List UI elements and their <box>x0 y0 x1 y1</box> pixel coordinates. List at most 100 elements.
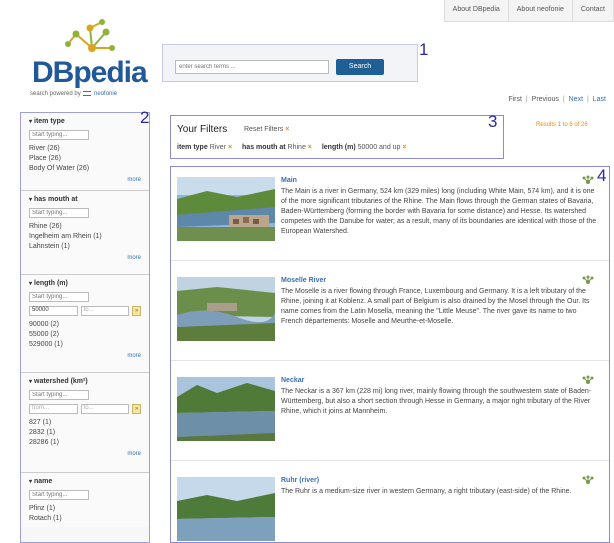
facet-filter-input[interactable] <box>29 490 89 500</box>
dbpedia-graph-icon[interactable] <box>581 175 595 185</box>
marker-3: 3 <box>488 112 498 131</box>
marker-4: 4 <box>597 166 607 185</box>
reset-filters-link[interactable]: Reset Filters × <box>244 126 289 133</box>
marker-2: 2 <box>140 108 150 127</box>
facet-length: ▾length (m) 50000 to... » 90000 (2) 5500… <box>21 275 149 373</box>
pagination-separator: | <box>525 96 528 103</box>
facet-value[interactable]: 2832 (1) <box>29 428 141 438</box>
active-filter-list: item type River × has mouth at Rhine × l… <box>177 144 415 151</box>
result-description: The Neckar is a 367 km (228 mi) long riv… <box>281 388 592 415</box>
result-item: Moselle River The Moselle is a river flo… <box>171 267 609 361</box>
facet-value[interactable]: Ingelheim am Rhein (1) <box>29 232 141 242</box>
facet-value[interactable]: River (26) <box>29 144 141 154</box>
facet-title[interactable]: ▾ length (m) <box>29 280 141 287</box>
facet-title[interactable]: ▾ has mouth at <box>29 196 141 203</box>
pagination-previous[interactable]: Previous <box>532 96 559 103</box>
facet-value[interactable]: Place (26) <box>29 154 141 164</box>
pagination-separator: | <box>586 96 589 103</box>
result-thumbnail[interactable] <box>177 377 275 441</box>
pagination: First | Previous | Next | Last <box>508 96 606 103</box>
search-button[interactable]: Search <box>336 59 384 75</box>
active-filter-chip[interactable]: Rhine × <box>288 144 312 151</box>
facet-value[interactable]: 28286 (1) <box>29 438 141 448</box>
result-thumbnail[interactable] <box>177 277 275 341</box>
facet-has-mouth-at: ▾has mouth at Rhine (26) Ingelheim am Rh… <box>21 191 149 275</box>
result-thumbnail[interactable] <box>177 477 275 541</box>
result-title[interactable]: Main <box>281 177 297 184</box>
facet-value[interactable]: Rhine (26) <box>29 222 141 232</box>
active-filter-chip[interactable]: 50000 and up × <box>358 144 407 151</box>
neofonie-icon <box>83 91 92 96</box>
facet-value[interactable]: Body Of Water (26) <box>29 164 141 174</box>
facet-title-label: has mouth at <box>34 196 78 203</box>
facet-more-link[interactable]: more <box>29 353 141 359</box>
tab-about-neofonie[interactable]: About neofonie <box>509 0 573 21</box>
facet-title[interactable]: ▾ watershed (km²) <box>29 378 141 385</box>
filters-title: Your Filters <box>177 124 228 135</box>
facet-value[interactable]: 55000 (2) <box>29 330 141 340</box>
active-filters-panel: Your Filters Reset Filters × item type R… <box>170 115 504 159</box>
facet-value[interactable]: Lahnstein (1) <box>29 242 141 252</box>
range-to-input[interactable]: to... <box>80 306 130 316</box>
facet-value[interactable]: Rotach (1) <box>29 514 141 524</box>
facet-title[interactable]: ▾ item type <box>29 118 141 125</box>
pagination-separator: | <box>562 96 565 103</box>
facet-title[interactable]: ▾ name <box>29 478 141 485</box>
remove-filter-icon: × <box>307 144 312 151</box>
range-apply-icon[interactable]: » <box>132 306 141 316</box>
facet-filter-input[interactable] <box>29 292 89 302</box>
facet-more-link[interactable]: more <box>29 451 141 457</box>
results-list: Main The Main is a river in Germany, 524… <box>170 166 610 543</box>
tab-about-dbpedia[interactable]: About DBpedia <box>445 0 509 21</box>
facet-sidebar: ▾item type River (26) Place (26) Body Of… <box>20 112 150 543</box>
search-input[interactable] <box>175 60 329 74</box>
facet-value[interactable]: 90000 (2) <box>29 320 141 330</box>
facet-item-type: ▾item type River (26) Place (26) Body Of… <box>21 113 149 191</box>
range-to-input[interactable]: to... <box>80 404 130 414</box>
facet-watershed: ▾watershed (km²) from... to... » 827 (1)… <box>21 373 149 473</box>
close-icon: × <box>285 126 290 133</box>
top-navigation: About DBpedia About neofonie Contact <box>443 0 614 22</box>
filter-value: 50000 and up <box>357 144 401 151</box>
active-filter-chip[interactable]: River × <box>210 144 232 151</box>
pagination-first[interactable]: First <box>508 96 522 103</box>
filter-value: River <box>209 144 227 151</box>
triangle-down-icon: ▾ <box>29 119 33 125</box>
result-item: Ruhr (river) The Ruhr is a medium-size r… <box>171 467 609 542</box>
result-title[interactable]: Neckar <box>281 377 304 384</box>
facet-filter-input[interactable] <box>29 130 89 140</box>
pagination-next[interactable]: Next <box>569 96 583 103</box>
dbpedia-graph-icon[interactable] <box>581 375 595 385</box>
filter-value: Rhine <box>287 144 306 151</box>
dbpedia-graph-icon[interactable] <box>581 275 595 285</box>
search-panel: Search <box>162 44 418 82</box>
facet-more-link[interactable]: more <box>29 177 141 183</box>
facet-more-link[interactable]: more <box>29 255 141 261</box>
pagination-last[interactable]: Last <box>593 96 606 103</box>
dbpedia-logo[interactable]: DBpedia search powered by neofonie <box>30 18 150 98</box>
facet-title-label: watershed (km²) <box>34 378 88 385</box>
result-title[interactable]: Moselle River <box>281 277 326 284</box>
result-thumbnail[interactable] <box>177 177 275 241</box>
facet-value[interactable]: 529000 (1) <box>29 340 141 350</box>
dbpedia-graph-icon[interactable] <box>581 475 595 485</box>
facet-filter-input[interactable] <box>29 390 89 400</box>
result-item: Neckar The Neckar is a 367 km (228 mi) l… <box>171 367 609 461</box>
triangle-down-icon: ▾ <box>29 479 33 485</box>
result-title[interactable]: Ruhr (river) <box>281 477 319 484</box>
logo-wordmark: DBpedia <box>32 56 148 89</box>
filter-key: item type <box>177 144 208 151</box>
range-apply-icon[interactable]: » <box>132 404 141 414</box>
facet-filter-input[interactable] <box>29 208 89 218</box>
range-filter: 50000 to... » <box>29 306 141 316</box>
range-from-input[interactable]: from... <box>29 404 78 414</box>
tab-contact[interactable]: Contact <box>573 0 614 21</box>
triangle-down-icon: ▾ <box>29 197 33 203</box>
logo-graph-icon <box>65 19 115 52</box>
facet-title-label: length (m) <box>34 280 68 287</box>
marker-1: 1 <box>419 40 429 59</box>
facet-value[interactable]: 827 (1) <box>29 418 141 428</box>
facet-value[interactable]: Pfinz (1) <box>29 504 141 514</box>
filter-key: has mouth at <box>242 144 286 151</box>
range-from-input[interactable]: 50000 <box>29 306 78 316</box>
